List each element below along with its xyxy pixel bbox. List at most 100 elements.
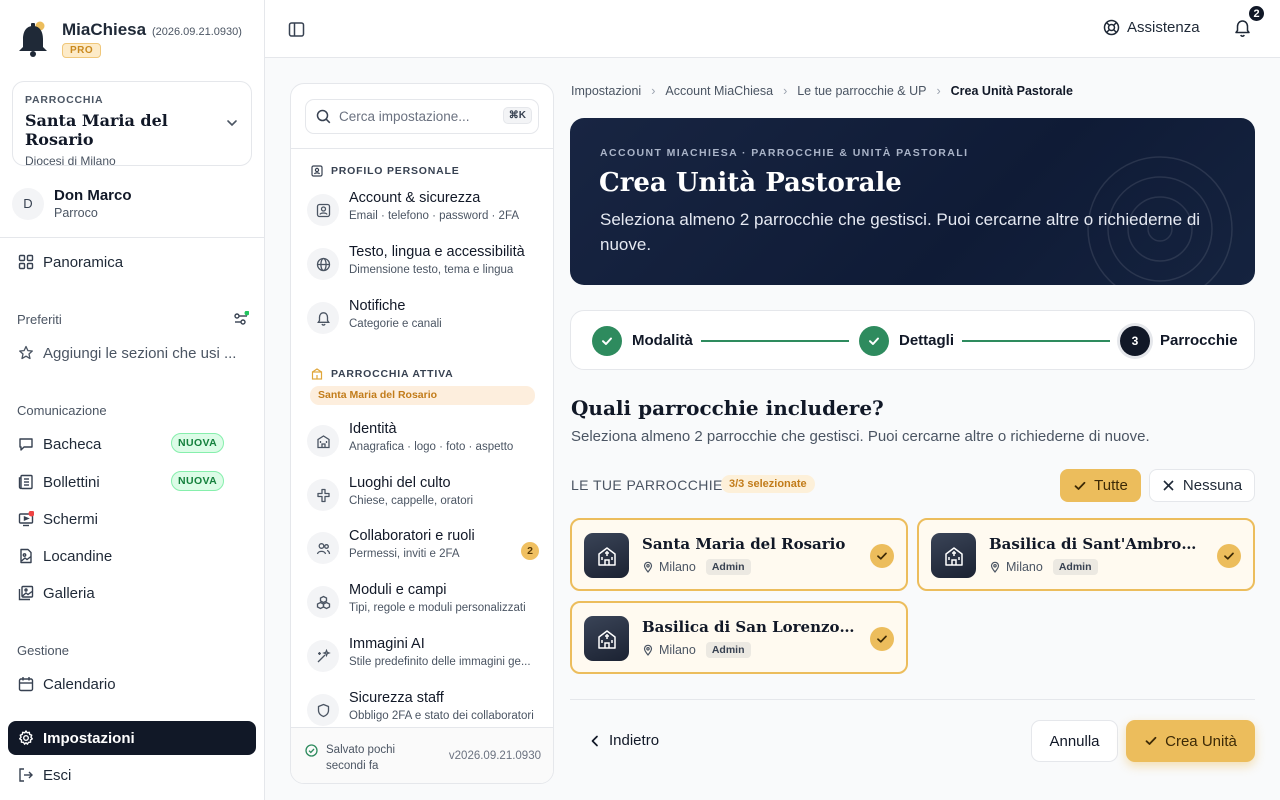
nav-label: Galleria: [43, 584, 95, 602]
active-parish-chip: Santa Maria del Rosario: [310, 386, 535, 405]
item-desc: Permessi, inviti e 2FA: [349, 548, 460, 560]
nav-label: Schermi: [43, 510, 99, 528]
create-unit-button[interactable]: Crea Unità: [1126, 720, 1255, 762]
keyboard-shortcut: ⌘K: [502, 107, 532, 124]
step-done-check-icon: [592, 326, 622, 356]
breadcrumb-item[interactable]: Impostazioni: [571, 84, 641, 98]
boxes-icon: [307, 586, 339, 618]
step-connector: [701, 340, 849, 342]
nav-item-calendar[interactable]: Calendario: [8, 667, 256, 701]
chevron-right-icon: ›: [936, 84, 941, 98]
parish-option-meta: Milano Admin: [642, 559, 751, 575]
role-badge: Admin: [705, 642, 751, 658]
item-desc: Categorie e canali: [349, 318, 442, 330]
item-title: Sicurezza staff: [349, 690, 444, 706]
section-label: PROFILO PERSONALE: [331, 165, 460, 177]
sidebar: MiaChiesa (2026.09.21.0930) PRO PARROCCH…: [0, 0, 265, 800]
role-badge: Admin: [705, 559, 751, 575]
nav-item-posters[interactable]: Locandine: [8, 539, 256, 573]
parish-card-option[interactable]: Basilica di Sant'Ambrogio Milano Admin: [917, 518, 1255, 591]
parish-card-option[interactable]: Santa Maria del Rosario Milano Admin: [570, 518, 908, 591]
settings-item-identity[interactable]: Identità Anagrafica · logo · foto · aspet…: [307, 421, 539, 465]
settings-item-places[interactable]: Luoghi del culto Chiese, cappelle, orator…: [307, 475, 539, 519]
nav-item-bulletins[interactable]: Bollettini NUOVA: [8, 465, 256, 499]
nav-item-gallery[interactable]: Galleria: [8, 576, 256, 610]
parish-option-city: Milano: [659, 560, 696, 574]
bell-logo-icon: [16, 20, 50, 60]
brand-name: MiaChiesa: [62, 20, 147, 39]
nav-item-screens[interactable]: Schermi: [8, 502, 256, 536]
select-none-button[interactable]: Nessuna: [1149, 469, 1255, 502]
management-section-label: Gestione: [17, 643, 70, 658]
settings-panel: ⌘K PROFILO PERSONALE Account & sicurezza…: [290, 83, 554, 784]
sliders-icon[interactable]: [233, 311, 249, 327]
grid-icon: [18, 254, 34, 270]
item-title: Immagini AI: [349, 636, 425, 652]
settings-item-notifications[interactable]: Notifiche Categorie e canali: [307, 298, 539, 342]
hero-eyebrow: ACCOUNT MIACHIESA · PARROCCHIE & UNITÀ P…: [600, 147, 969, 159]
settings-item-collaborators[interactable]: Collaboratori e ruoli Permessi, inviti e …: [307, 528, 539, 572]
globe-icon: [307, 248, 339, 280]
settings-item-account[interactable]: Account & sicurezza Email · telefono · pa…: [307, 190, 539, 234]
user-card-icon: [307, 194, 339, 226]
section-label: PARROCCHIA ATTIVA: [331, 368, 454, 380]
actions-divider: [570, 699, 1255, 700]
breadcrumb-item[interactable]: Account MiaChiesa: [665, 84, 773, 98]
item-desc: Anagrafica · logo · foto · aspetto: [349, 441, 514, 453]
star-icon: [18, 345, 34, 361]
nav-item-settings[interactable]: Impostazioni: [8, 721, 256, 755]
settings-item-ai-images[interactable]: Immagini AI Stile predefinito delle immag…: [307, 636, 539, 680]
nav-item-board[interactable]: Bacheca NUOVA: [8, 427, 256, 461]
user-profile[interactable]: D Don Marco Parroco: [12, 187, 132, 220]
parish-option-meta: Milano Admin: [642, 642, 751, 658]
search-input[interactable]: [339, 109, 489, 124]
notifications-bell-icon[interactable]: [1234, 19, 1251, 38]
step-label: Modalità: [632, 332, 693, 349]
parish-card-option[interactable]: Basilica di San Lorenzo Mag... Milano Ad…: [570, 601, 908, 674]
nav-label: Bacheca: [43, 435, 102, 453]
item-desc: Email · telefono · password · 2FA: [349, 210, 520, 222]
nav-item-logout[interactable]: Esci: [8, 758, 256, 792]
select-all-button[interactable]: Tutte: [1060, 469, 1141, 502]
message-icon: [18, 436, 34, 452]
settings-item-modules[interactable]: Moduli e campi Tipi, regole e moduli pers…: [307, 582, 539, 626]
settings-divider: [291, 148, 553, 149]
images-icon: [18, 585, 34, 601]
step-connector: [962, 340, 1110, 342]
user-role: Parroco: [54, 206, 98, 220]
cancel-button[interactable]: Annulla: [1031, 720, 1118, 762]
parish-switcher[interactable]: PARROCCHIA Santa Maria del Rosario Dioce…: [12, 81, 252, 168]
add-favorites[interactable]: Aggiungi le sezioni che usi ...: [8, 336, 256, 370]
users-icon: [307, 532, 339, 564]
back-button[interactable]: Indietro: [590, 732, 659, 749]
role-badge: Admin: [1052, 559, 1098, 575]
breadcrumb: Impostazioni › Account MiaChiesa › Le tu…: [571, 84, 1073, 98]
brand[interactable]: MiaChiesa (2026.09.21.0930) PRO: [16, 20, 242, 60]
help-button[interactable]: Assistenza: [1103, 19, 1200, 36]
section-title: Quali parrocchie includere?: [571, 396, 884, 420]
shield-icon: [307, 694, 339, 726]
topbar: Assistenza 2: [265, 0, 1280, 58]
monitor-icon: [18, 511, 34, 527]
sidebar-toggle-icon[interactable]: [288, 21, 305, 38]
gear-icon: [18, 730, 34, 746]
step-done-check-icon: [859, 326, 889, 356]
button-label: Nessuna: [1182, 477, 1243, 494]
cross-icon: [307, 479, 339, 511]
avatar: D: [12, 187, 44, 220]
breadcrumb-item[interactable]: Le tue parrocchie & UP: [797, 84, 926, 98]
bell-icon: [307, 302, 339, 334]
step-label: Parrocchie: [1160, 332, 1238, 349]
active-parish-section: PARROCCHIA ATTIVA: [311, 368, 453, 380]
map-pin-icon: [642, 561, 654, 573]
settings-item-language[interactable]: Testo, lingua e accessibilità Dimensione …: [307, 244, 539, 288]
chevron-right-icon: ›: [783, 84, 788, 98]
decorative-rings-icon: [1085, 154, 1235, 285]
settings-footer: Salvato pochi secondi fa v2026.09.21.0930: [291, 727, 553, 783]
sparkle-wand-icon: [307, 640, 339, 672]
selected-check-icon: [1217, 544, 1241, 568]
settings-search[interactable]: ⌘K: [305, 99, 539, 134]
church-icon: [584, 616, 629, 661]
nav-item-overview[interactable]: Panoramica: [8, 245, 256, 279]
new-badge: NUOVA: [171, 471, 225, 491]
